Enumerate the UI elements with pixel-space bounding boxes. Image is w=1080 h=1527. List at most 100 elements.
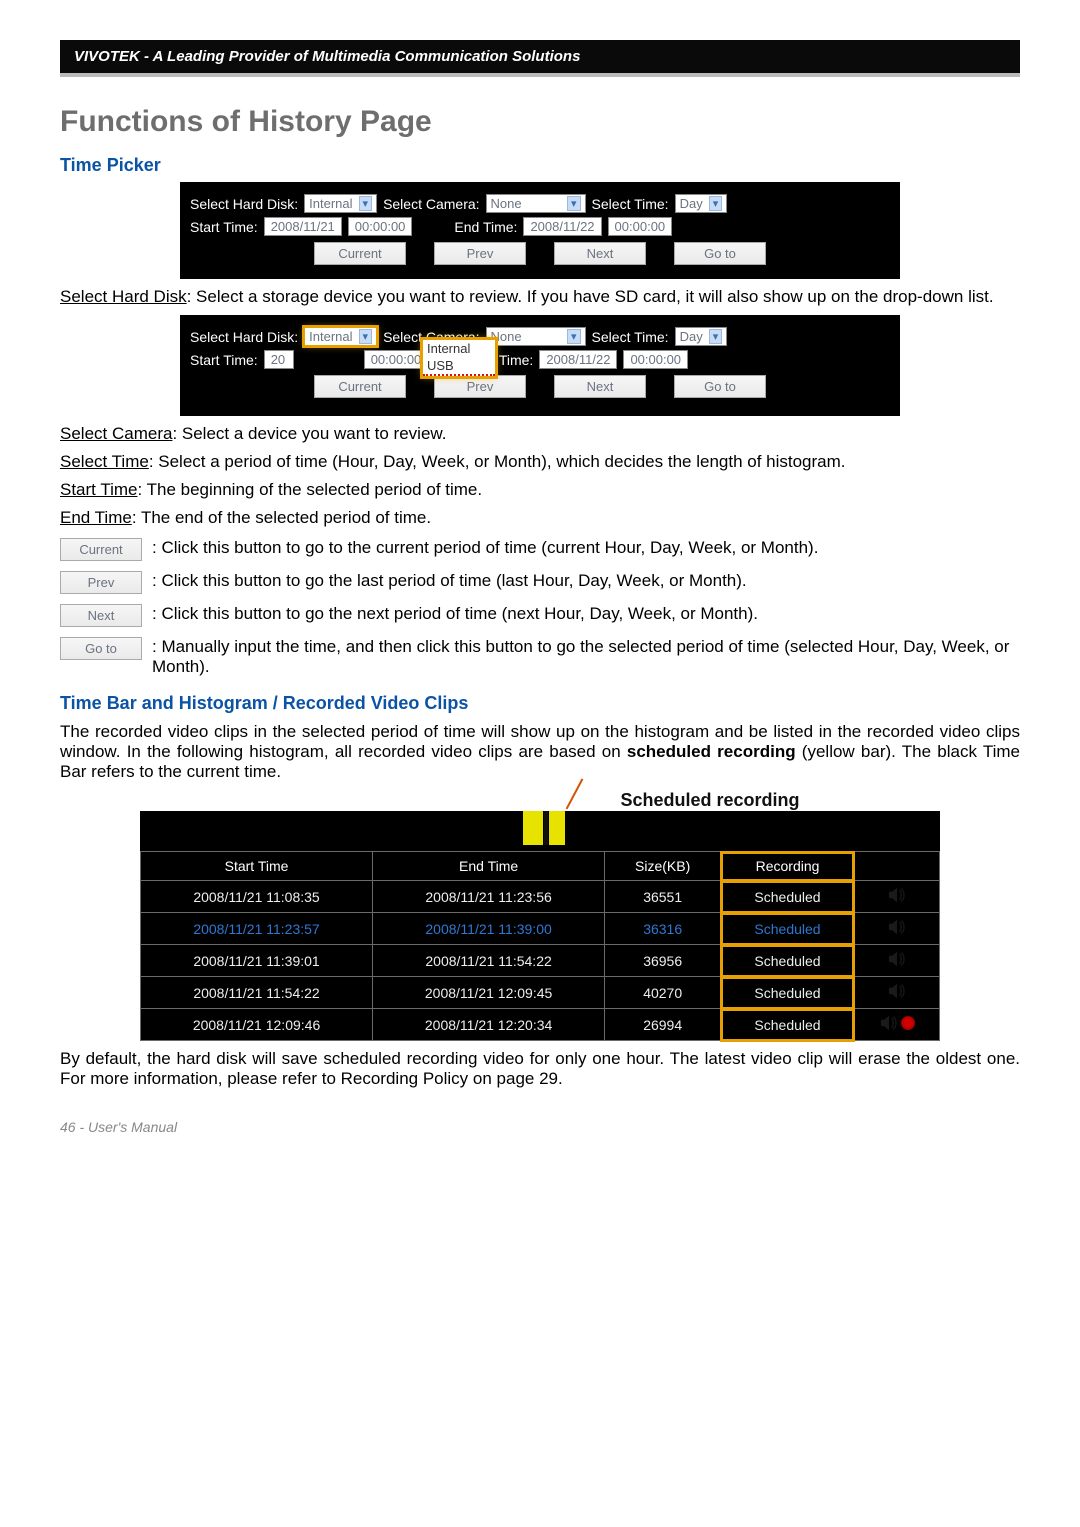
cell-start: 2008/11/21 11:23:57 <box>141 913 373 945</box>
hdisk-select[interactable]: Internal ▾ <box>304 327 377 346</box>
camera-select[interactable]: None ▾ <box>486 194 586 213</box>
next-button[interactable]: Next <box>554 375 646 398</box>
prev-button[interactable]: Prev <box>60 571 142 594</box>
label-time: Select Time: <box>592 329 669 345</box>
desc-end: End Time: The end of the selected period… <box>60 508 1020 528</box>
desc-end-label: End Time <box>60 508 132 527</box>
clips-intro: The recorded video clips in the selected… <box>60 722 1020 782</box>
desc-time: Select Time: Select a period of time (Ho… <box>60 452 1020 472</box>
start-time-input[interactable]: 00:00:00 <box>348 217 413 236</box>
page-footer: 46 - User's Manual <box>60 1119 1020 1135</box>
next-button[interactable]: Next <box>554 242 646 265</box>
time-select[interactable]: Day ▾ <box>675 194 728 213</box>
clips-intro-b: scheduled recording <box>627 742 796 761</box>
label-start: Start Time: <box>190 352 258 368</box>
cell-end: 2008/11/21 11:23:56 <box>373 881 605 913</box>
cell-size: 36551 <box>605 881 721 913</box>
prev-button[interactable]: Prev <box>434 242 526 265</box>
page-title: Functions of History Page <box>60 105 1020 139</box>
cell-size: 36316 <box>605 913 721 945</box>
time-select[interactable]: Day ▾ <box>675 327 728 346</box>
cell-size: 36956 <box>605 945 721 977</box>
goto-button[interactable]: Go to <box>674 375 766 398</box>
desc-camera-text: : Select a device you want to review. <box>172 424 446 443</box>
cell-end: 2008/11/21 12:09:45 <box>373 977 605 1009</box>
desc-start: Start Time: The beginning of the selecte… <box>60 480 1020 500</box>
hdisk-option-usb[interactable]: USB <box>423 357 495 376</box>
cell-start: 2008/11/21 12:09:46 <box>141 1009 373 1041</box>
cell-action <box>854 881 939 913</box>
time-value: Day <box>680 329 703 344</box>
hdisk-dropdown-list[interactable]: Internal USB <box>422 339 496 377</box>
label-start: Start Time: <box>190 219 258 235</box>
record-icon <box>901 1016 915 1030</box>
start-time-input[interactable]: 00:00:00 <box>364 350 429 369</box>
desc-camera: Select Camera: Select a device you want … <box>60 424 1020 444</box>
desc-goto-btn: : Manually input the time, and then clic… <box>152 637 1020 677</box>
callout-scheduled: Scheduled recording <box>400 790 1020 811</box>
goto-button[interactable]: Go to <box>60 637 142 660</box>
cell-action <box>854 977 939 1009</box>
cell-recording: Scheduled <box>721 977 855 1009</box>
start-date-input[interactable]: 20 <box>264 350 294 369</box>
speaker-icon[interactable] <box>887 919 907 935</box>
col-start: Start Time <box>141 852 373 881</box>
col-recording: Recording <box>721 852 855 881</box>
end-date-input[interactable]: 2008/11/22 <box>539 350 617 369</box>
hdisk-value: Internal <box>309 196 352 211</box>
cell-recording: Scheduled <box>721 913 855 945</box>
time-picker-panel-open: Select Hard Disk: Internal ▾ Select Came… <box>180 315 900 416</box>
current-button[interactable]: Current <box>314 375 406 398</box>
desc-hdisk-label: Select Hard Disk <box>60 287 187 306</box>
cell-start: 2008/11/21 11:39:01 <box>141 945 373 977</box>
col-actions <box>854 852 939 881</box>
current-button[interactable]: Current <box>60 538 142 561</box>
desc-time-label: Select Time <box>60 452 149 471</box>
chevron-down-icon: ▾ <box>359 196 373 211</box>
speaker-icon[interactable] <box>887 951 907 967</box>
start-date-input[interactable]: 2008/11/21 <box>264 217 342 236</box>
cell-recording: Scheduled <box>721 945 855 977</box>
hdisk-option-internal[interactable]: Internal <box>423 340 495 357</box>
speaker-icon[interactable] <box>887 887 907 903</box>
end-time-input[interactable]: 00:00:00 <box>623 350 688 369</box>
end-time-input[interactable]: 00:00:00 <box>608 217 673 236</box>
cell-end: 2008/11/21 11:54:22 <box>373 945 605 977</box>
clips-outro: By default, the hard disk will save sche… <box>60 1049 1020 1089</box>
cell-start: 2008/11/21 11:54:22 <box>141 977 373 1009</box>
label-hdisk: Select Hard Disk: <box>190 329 298 345</box>
cell-size: 40270 <box>605 977 721 1009</box>
current-button[interactable]: Current <box>314 242 406 265</box>
time-value: Day <box>680 196 703 211</box>
desc-prev-btn: : Click this button to go the last perio… <box>152 571 1020 591</box>
cell-action <box>854 945 939 977</box>
desc-end-text: : The end of the selected period of time… <box>132 508 431 527</box>
cell-end: 2008/11/21 12:20:34 <box>373 1009 605 1041</box>
hdisk-select[interactable]: Internal ▾ <box>304 194 377 213</box>
prev-button[interactable]: Prev <box>434 375 526 398</box>
desc-camera-label: Select Camera <box>60 424 172 443</box>
cell-start: 2008/11/21 11:08:35 <box>141 881 373 913</box>
col-size: Size(KB) <box>605 852 721 881</box>
cell-size: 26994 <box>605 1009 721 1041</box>
desc-hdisk: Select Hard Disk: Select a storage devic… <box>60 287 1020 307</box>
camera-select[interactable]: None ▾ <box>486 327 586 346</box>
hdisk-value: Internal <box>309 329 352 344</box>
desc-start-label: Start Time <box>60 480 137 499</box>
section-time-picker: Time Picker <box>60 155 1020 176</box>
speaker-icon[interactable] <box>879 1015 915 1031</box>
histogram <box>140 811 940 851</box>
time-picker-panel: Select Hard Disk: Internal ▾ Select Came… <box>180 182 900 279</box>
chevron-down-icon: ▾ <box>709 196 723 211</box>
desc-next-btn: : Click this button to go the next perio… <box>152 604 1020 624</box>
label-time: Select Time: <box>592 196 669 212</box>
camera-value: None <box>491 196 522 211</box>
next-button[interactable]: Next <box>60 604 142 627</box>
desc-start-text: : The beginning of the selected period o… <box>137 480 482 499</box>
end-date-input[interactable]: 2008/11/22 <box>523 217 601 236</box>
speaker-icon[interactable] <box>887 983 907 999</box>
chevron-down-icon: ▾ <box>567 196 581 211</box>
goto-button[interactable]: Go to <box>674 242 766 265</box>
desc-time-text: : Select a period of time (Hour, Day, We… <box>149 452 846 471</box>
section-clips: Time Bar and Histogram / Recorded Video … <box>60 693 1020 714</box>
